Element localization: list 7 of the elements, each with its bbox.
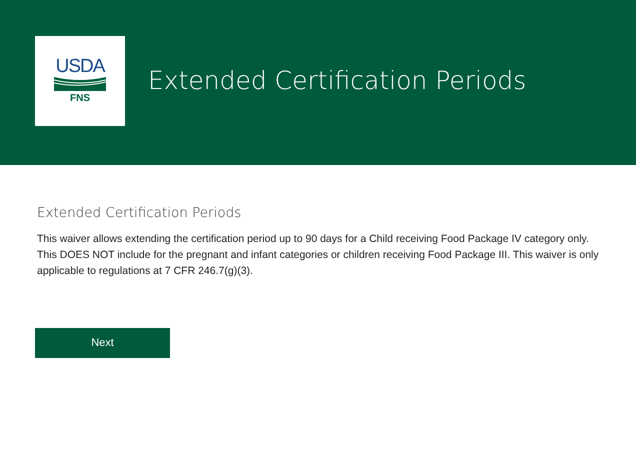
logo-subtext: FNS [70, 94, 90, 104]
description-text: This waiver allows extending the certification period up to 90 days for a Child receiving Food Package IV category only. This DOES NOT include for the pregnant and infant categories or children receiving Food Package III. This waiver is only applicable to regulations at 7 CFR 246.7(g)(3). [37, 232, 600, 279]
field-lines-icon [54, 77, 106, 91]
page-title: Extended Certification Periods [148, 66, 526, 95]
next-button[interactable]: Next [35, 328, 170, 358]
section-heading: Extended Certification Periods [37, 205, 242, 221]
logo-text: USDA [56, 57, 104, 76]
